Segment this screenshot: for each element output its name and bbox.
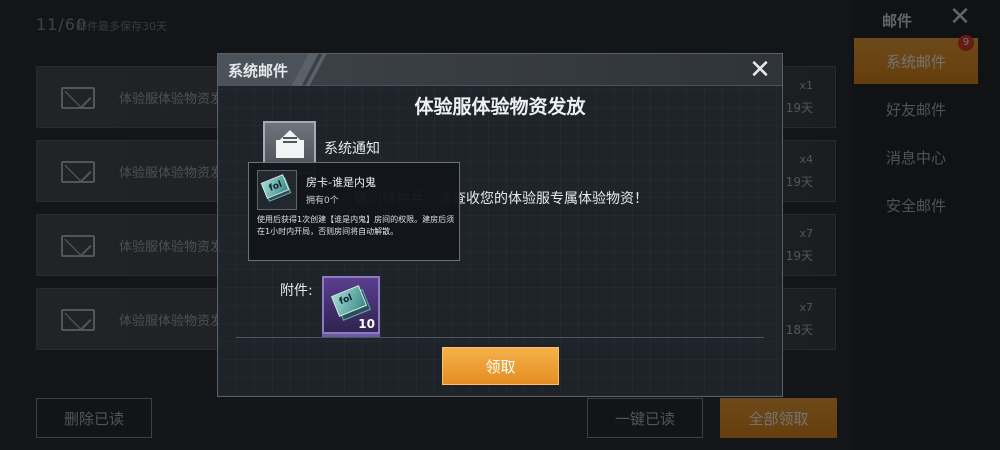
mail-icon (61, 235, 95, 257)
claim-all-button[interactable]: 全部领取 (720, 398, 837, 438)
item-description: 使用后获得1次创建【谁是内鬼】房间的权限。建房后须在1小时内开局，否则房间将自动… (257, 215, 455, 236)
item-owned-count: 拥有0个 (306, 196, 339, 206)
mail-title: 体验服体验物资发 (119, 166, 224, 181)
tab-label: 安全邮件 (885, 196, 946, 215)
attachment-item[interactable]: 10 (322, 276, 380, 337)
mail-days-left: 18天 (785, 323, 813, 337)
attachment-label: 附件: (280, 283, 313, 299)
sidebar-title: 邮件 (882, 12, 913, 30)
mail-title: 体验服体验物资发 (119, 314, 224, 329)
mail-quantity: x7 (799, 301, 813, 314)
mail-sidebar: 邮件 ✕ 系统邮件 9 好友邮件 消息中心 安全邮件 (852, 0, 1000, 450)
item-tooltip: 房卡-谁是内鬼 拥有0个 使用后获得1次创建【谁是内鬼】房间的权限。建房后须在1… (248, 162, 460, 261)
divider (236, 337, 764, 338)
mail-quantity: x1 (799, 79, 813, 92)
mail-quantity: x7 (799, 227, 813, 240)
mail-icon (61, 309, 95, 331)
mail-icon (61, 87, 95, 109)
envelope-body (276, 140, 304, 158)
tab-message-center[interactable]: 消息中心 (854, 134, 978, 180)
close-icon[interactable]: ✕ (746, 56, 774, 84)
delete-read-button[interactable]: 删除已读 (36, 398, 152, 438)
tab-label: 好友邮件 (885, 100, 946, 119)
close-icon[interactable]: ✕ (946, 4, 974, 32)
dialog-header: 系统邮件 ✕ (218, 54, 782, 86)
mail-days-left: 19天 (785, 175, 813, 189)
mark-all-read-button[interactable]: 一键已读 (587, 398, 703, 438)
mail-quantity: x4 (799, 153, 813, 166)
mail-days-left: 19天 (785, 101, 813, 115)
mail-heading: 体验服体验物资发放 (414, 96, 586, 118)
mail-title: 体验服体验物资发 (119, 240, 224, 255)
tab-label: 系统邮件 (885, 52, 946, 71)
mail-title: 体验服体验物资发 (119, 92, 224, 107)
tab-security-mail[interactable]: 安全邮件 (854, 182, 978, 228)
room-card-icon (257, 170, 297, 210)
attachment-quantity: 10 (358, 317, 375, 331)
mail-days-left: 19天 (785, 249, 813, 263)
mail-retention-note: 邮件最多保存30天 (76, 20, 167, 33)
mail-icon (61, 161, 95, 183)
tab-friend-mail[interactable]: 好友邮件 (854, 86, 978, 132)
claim-button[interactable]: 领取 (442, 347, 559, 385)
unread-badge: 9 (958, 35, 974, 51)
sender-name: 系统通知 (324, 141, 380, 157)
envelope-lines (283, 137, 297, 139)
tab-label: 消息中心 (885, 148, 946, 167)
tab-system-mail[interactable]: 系统邮件 9 (854, 35, 978, 84)
item-name: 房卡-谁是内鬼 (306, 176, 376, 189)
dialog-title: 系统邮件 (228, 62, 289, 80)
